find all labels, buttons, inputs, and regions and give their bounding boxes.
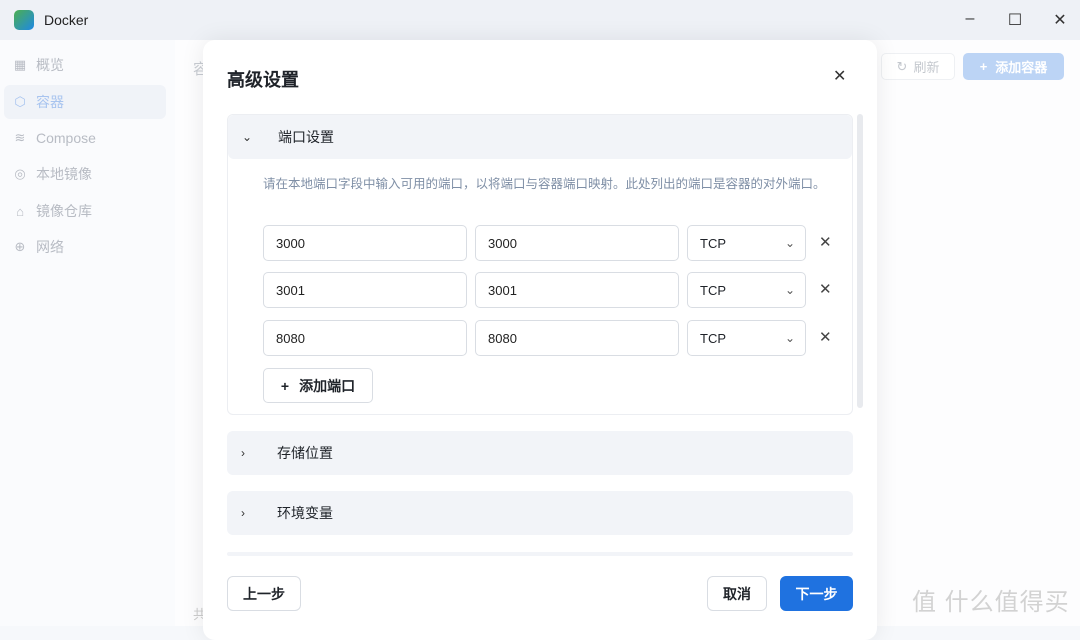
sidebar-item-local-images[interactable]: ◎ 本地镜像 xyxy=(4,157,166,191)
sidebar-item-network[interactable]: ⊕ 网络 xyxy=(4,230,166,264)
protocol-select[interactable]: TCP ⌄ xyxy=(687,225,806,261)
app-title: Docker xyxy=(44,12,89,28)
section-header-storage[interactable]: › 存储位置 xyxy=(227,431,853,475)
sidebar: ▦ 概览 ⬡ 容器 ≋ Compose ◎ 本地镜像 ⌂ 镜像仓库 ⊕ 网络 xyxy=(0,40,175,626)
docker-logo-icon xyxy=(14,10,34,30)
close-icon[interactable]: ✕ xyxy=(833,66,846,86)
sidebar-item-compose[interactable]: ≋ Compose xyxy=(4,121,166,155)
close-window-icon[interactable]: ✕ xyxy=(1050,10,1070,30)
layers-icon: ≋ xyxy=(14,130,26,145)
chevron-down-icon: ⌄ xyxy=(784,331,795,345)
chevron-down-icon: ⌄ xyxy=(784,283,795,297)
plus-icon: + xyxy=(979,59,988,74)
maximize-icon[interactable]: ☐ xyxy=(1005,10,1025,30)
remove-port-icon[interactable]: ✕ xyxy=(819,328,832,346)
add-container-button[interactable]: + 添加容器 xyxy=(963,53,1064,80)
protocol-select[interactable]: TCP ⌄ xyxy=(687,272,806,308)
remove-port-icon[interactable]: ✕ xyxy=(819,233,832,251)
sidebar-item-containers[interactable]: ⬡ 容器 xyxy=(4,85,166,119)
scrollbar[interactable] xyxy=(857,114,863,408)
local-port-input[interactable]: 8080 xyxy=(263,320,467,356)
sidebar-item-overview[interactable]: ▦ 概览 xyxy=(4,48,166,82)
refresh-button[interactable]: ↻ 刷新 xyxy=(881,53,955,80)
section-partial xyxy=(227,552,853,556)
local-port-input[interactable]: 3000 xyxy=(263,225,467,261)
chevron-down-icon: ⌄ xyxy=(784,236,795,250)
cube-icon: ⬡ xyxy=(14,94,26,109)
protocol-select[interactable]: TCP ⌄ xyxy=(687,320,806,356)
container-port-input[interactable]: 3000 xyxy=(475,225,679,261)
plus-icon: + xyxy=(280,377,290,394)
minimize-icon[interactable]: – xyxy=(960,10,980,28)
ports-description: 请在本地端口字段中输入可用的端口，以将端口与容器端口映射。此处列出的端口是容器的… xyxy=(263,177,826,191)
add-port-button[interactable]: + 添加端口 xyxy=(263,368,373,403)
chevron-right-icon: › xyxy=(241,506,245,520)
cancel-button[interactable]: 取消 xyxy=(707,576,767,611)
container-port-input[interactable]: 3001 xyxy=(475,272,679,308)
container-port-input[interactable]: 8080 xyxy=(475,320,679,356)
section-header-env[interactable]: › 环境变量 xyxy=(227,491,853,535)
grid-icon: ▦ xyxy=(13,57,27,72)
refresh-icon: ↻ xyxy=(896,58,908,74)
dialog-title: 高级设置 xyxy=(227,70,299,90)
section-env: › 环境变量 xyxy=(227,491,853,536)
chevron-down-icon: ⌄ xyxy=(242,130,253,144)
section-storage: › 存储位置 xyxy=(227,431,853,476)
next-button[interactable]: 下一步 xyxy=(780,576,853,611)
home-icon: ⌂ xyxy=(16,203,24,219)
disk-icon: ◎ xyxy=(14,166,26,181)
watermark: 值 什么值得买 xyxy=(912,589,1070,616)
title-bar: Docker – ☐ ✕ xyxy=(0,0,1080,40)
local-port-input[interactable]: 3001 xyxy=(263,272,467,308)
section-ports: ⌄ 端口设置 请在本地端口字段中输入可用的端口，以将端口与容器端口映射。此处列出的… xyxy=(227,114,853,415)
chevron-right-icon: › xyxy=(241,446,245,460)
sidebar-item-registry[interactable]: ⌂ 镜像仓库 xyxy=(4,194,166,228)
prev-button[interactable]: 上一步 xyxy=(227,576,301,611)
advanced-settings-dialog: 高级设置 ✕ ⌄ 端口设置 请在本地端口字段中输入可用的端口，以将端口与容器端口映… xyxy=(203,40,877,640)
remove-port-icon[interactable]: ✕ xyxy=(819,280,832,298)
section-header-ports[interactable]: ⌄ 端口设置 xyxy=(228,115,852,159)
globe-icon: ⊕ xyxy=(14,239,26,254)
